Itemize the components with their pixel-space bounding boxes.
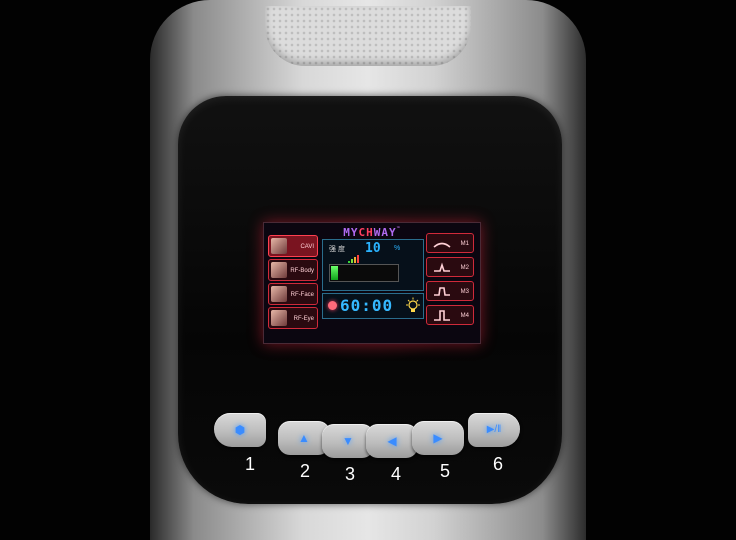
preset-label: M3 [460, 289, 469, 295]
button-4-left[interactable]: ◀ [366, 424, 418, 458]
signal-strength-icon [348, 245, 360, 263]
preset-pulse-icon [434, 287, 450, 296]
intensity-label: 强 度 [329, 246, 345, 253]
cavi-thumbnail-icon [271, 238, 287, 254]
brand-logo: MYCHWAY™ [343, 226, 401, 239]
button-number-5: 5 [439, 461, 450, 481]
timer-dot-icon [328, 301, 337, 310]
rf-body-thumbnail-icon [271, 262, 287, 278]
light-bulb-icon[interactable] [405, 297, 421, 315]
intensity-level-bar [329, 264, 399, 282]
rf-face-thumbnail-icon [271, 286, 287, 302]
lcd-screen: MYCHWAY™ CAVI RF-Body RF-Face RF-Eye 强 度… [263, 222, 481, 344]
button-number-1: 1 [244, 454, 255, 474]
button-number-2: 2 [299, 461, 310, 481]
intensity-level-fill [331, 266, 338, 280]
mode-label: RF-Eye [293, 316, 314, 322]
intensity-value: 10 [365, 241, 381, 256]
preset-tall-pulse-icon [434, 310, 450, 321]
rf-eye-thumbnail-icon [271, 310, 287, 326]
mode-rf-eye-button[interactable]: RF-Eye [268, 307, 318, 329]
button-1[interactable]: ⬢ [214, 413, 266, 447]
device-photo: MYCHWAY™ CAVI RF-Body RF-Face RF-Eye 强 度… [0, 0, 736, 540]
timer-panel: 60:00 [322, 293, 424, 319]
mode-label: RF-Body [290, 268, 314, 274]
preset-curve-icon [433, 242, 451, 248]
button-number-6: 6 [492, 454, 503, 474]
preset-label: M4 [460, 313, 469, 319]
button-5-right[interactable]: ▶ [412, 421, 464, 455]
preset-m3-button[interactable]: M3 [426, 281, 474, 301]
intensity-unit: % [394, 245, 401, 252]
right-arrow-icon: ▶ [433, 431, 443, 445]
preset-m1-button[interactable]: M1 [426, 233, 474, 253]
play-pause-icon: ▶/‖ [486, 424, 502, 435]
preset-label: M2 [460, 265, 469, 271]
preset-m2-button[interactable]: M2 [426, 257, 474, 277]
up-arrow-icon: ▲ [298, 431, 310, 445]
speaker-grille [265, 6, 471, 66]
down-arrow-icon: ▼ [342, 434, 354, 448]
mode-cavi-button[interactable]: CAVI [268, 235, 318, 257]
button-number-4: 4 [390, 464, 401, 484]
preset-label: M1 [460, 241, 469, 247]
preset-m4-button[interactable]: M4 [426, 305, 474, 325]
left-arrow-icon: ◀ [387, 434, 397, 448]
mode-rf-body-button[interactable]: RF-Body [268, 259, 318, 281]
mode-label: RF-Face [290, 292, 314, 298]
mode-label: CAVI [300, 244, 314, 250]
hexagon-icon: ⬢ [234, 423, 246, 437]
preset-wave-icon [434, 262, 450, 272]
button-number-3: 3 [344, 464, 355, 484]
intensity-panel: 强 度 10 % [322, 239, 424, 291]
mode-rf-face-button[interactable]: RF-Face [268, 283, 318, 305]
button-6-play-pause[interactable]: ▶/‖ [468, 413, 520, 447]
timer-value: 60:00 [340, 296, 394, 315]
